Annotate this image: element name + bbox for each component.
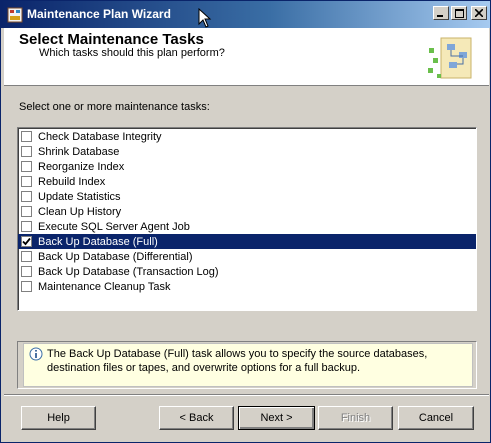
task-label: Clean Up History	[38, 205, 122, 218]
task-item-update-statistics[interactable]: Update Statistics	[18, 189, 476, 204]
help-button[interactable]: Help	[21, 406, 96, 430]
task-label: Maintenance Cleanup Task	[38, 280, 171, 293]
task-checkbox[interactable]	[21, 146, 32, 157]
page-title: Select Maintenance Tasks	[19, 31, 204, 48]
task-label: Execute SQL Server Agent Job	[38, 220, 190, 233]
window-title: Maintenance Plan Wizard	[27, 7, 171, 21]
task-checkbox[interactable]	[21, 176, 32, 187]
back-button[interactable]: < Back	[159, 406, 234, 430]
task-item-backup-differential[interactable]: Back Up Database (Differential)	[18, 249, 476, 264]
task-checkbox-checked[interactable]	[21, 236, 32, 247]
task-checkbox[interactable]	[21, 161, 32, 172]
task-checkbox[interactable]	[21, 281, 32, 292]
title-bar[interactable]: Maintenance Plan Wizard	[1, 1, 490, 28]
info-icon	[29, 347, 43, 361]
next-button[interactable]: Next >	[238, 406, 315, 430]
task-label: Rebuild Index	[38, 175, 106, 188]
minimize-icon	[437, 15, 443, 17]
task-checkbox[interactable]	[21, 251, 32, 262]
task-checkbox[interactable]	[21, 221, 32, 232]
wizard-header: Select Maintenance Tasks Which tasks sho…	[4, 28, 489, 86]
button-separator	[4, 394, 489, 396]
task-checkbox[interactable]	[21, 266, 32, 277]
page-subtitle: Which tasks should this plan perform?	[39, 47, 225, 59]
task-checkbox[interactable]	[21, 191, 32, 202]
wizard-app-icon	[7, 7, 23, 23]
minimize-button[interactable]	[433, 6, 449, 20]
wizard-banner-icon	[428, 37, 472, 79]
task-item-rebuild-index[interactable]: Rebuild Index	[18, 174, 476, 189]
task-label: Back Up Database (Differential)	[38, 250, 193, 263]
task-description-text: The Back Up Database (Full) task allows …	[47, 348, 428, 374]
task-item-reorganize-index[interactable]: Reorganize Index	[18, 159, 476, 174]
task-item-clean-up-history[interactable]: Clean Up History	[18, 204, 476, 219]
task-item-maintenance-cleanup[interactable]: Maintenance Cleanup Task	[18, 279, 476, 294]
task-list-prompt: Select one or more maintenance tasks:	[19, 101, 210, 113]
task-item-backup-transaction-log[interactable]: Back Up Database (Transaction Log)	[18, 264, 476, 279]
maximize-button[interactable]	[451, 6, 467, 20]
task-label: Shrink Database	[38, 145, 120, 158]
task-list[interactable]: Check Database Integrity Shrink Database…	[17, 127, 477, 311]
task-item-execute-agent-job[interactable]: Execute SQL Server Agent Job	[18, 219, 476, 234]
close-button[interactable]	[471, 6, 487, 20]
task-label: Back Up Database (Transaction Log)	[38, 265, 219, 278]
task-item-backup-full[interactable]: Back Up Database (Full)	[18, 234, 476, 249]
wizard-window: Maintenance Plan Wizard Select Maintenan…	[0, 0, 491, 443]
cancel-button[interactable]: Cancel	[398, 406, 474, 430]
task-label: Reorganize Index	[38, 160, 125, 173]
finish-button[interactable]: Finish	[318, 406, 393, 430]
task-description-box: The Back Up Database (Full) task allows …	[23, 343, 473, 387]
checkmark-icon	[22, 237, 31, 246]
task-label: Back Up Database (Full)	[38, 235, 158, 248]
task-label: Update Statistics	[38, 190, 121, 203]
task-item-check-database-integrity[interactable]: Check Database Integrity	[18, 129, 476, 144]
maximize-icon	[454, 8, 464, 18]
close-icon	[475, 9, 483, 17]
task-item-shrink-database[interactable]: Shrink Database	[18, 144, 476, 159]
task-checkbox[interactable]	[21, 131, 32, 142]
mouse-pointer-icon	[198, 8, 212, 28]
window-controls	[433, 6, 487, 20]
task-label: Check Database Integrity	[38, 130, 162, 143]
task-checkbox[interactable]	[21, 206, 32, 217]
